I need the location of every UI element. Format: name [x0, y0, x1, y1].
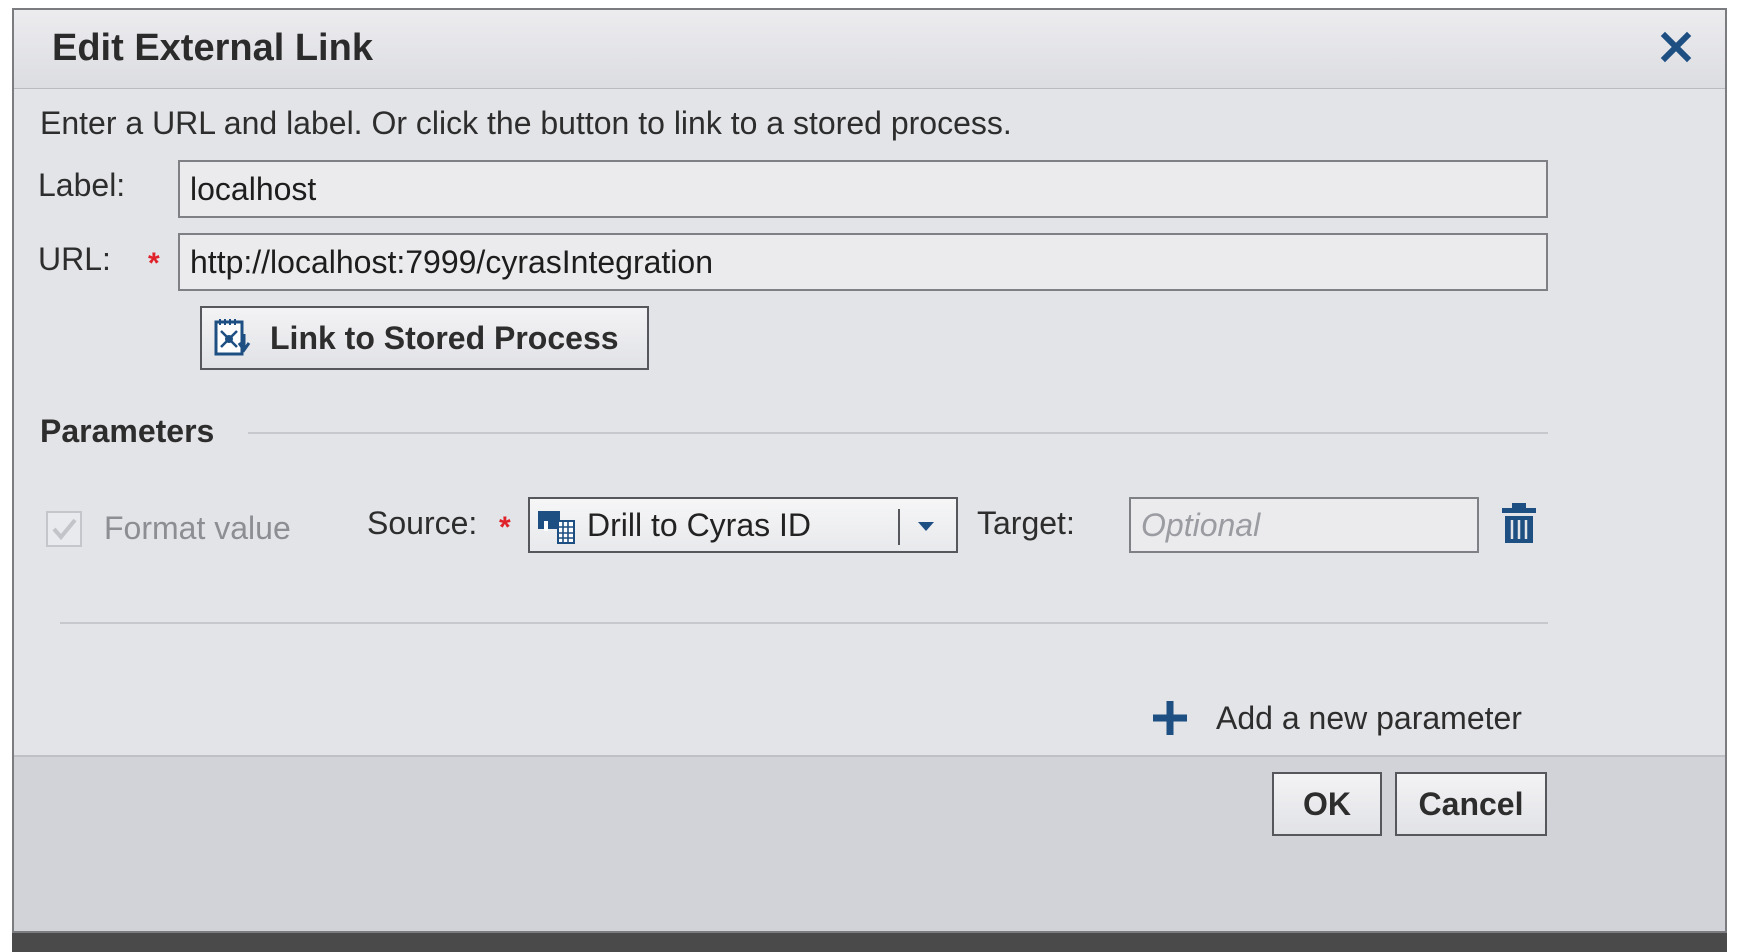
chevron-down-icon — [918, 522, 934, 531]
data-source-icon — [538, 511, 575, 544]
source-selected-value: Drill to Cyras ID — [587, 507, 812, 543]
parameters-divider — [248, 432, 1548, 434]
plus-icon — [1153, 701, 1187, 735]
dialog-titlebar: Edit External Link — [14, 10, 1725, 89]
checkmark-icon — [52, 518, 77, 541]
label-input[interactable] — [178, 160, 1548, 218]
stored-process-icon — [214, 319, 251, 356]
source-required-marker: * — [499, 511, 511, 544]
cancel-button[interactable]: Cancel — [1395, 772, 1547, 836]
trash-icon — [1502, 503, 1536, 543]
label-field-label: Label: — [38, 167, 126, 203]
add-parameter-label: Add a new parameter — [1216, 699, 1522, 736]
url-required-marker: * — [148, 247, 160, 280]
target-label: Target: — [977, 505, 1075, 541]
close-button[interactable] — [1659, 30, 1693, 64]
close-icon — [1660, 31, 1692, 63]
delete-parameter-button[interactable] — [1499, 501, 1539, 545]
url-field-label: URL: — [38, 241, 111, 277]
dialog-instructions: Enter a URL and label. Or click the butt… — [40, 105, 1012, 141]
background-strip — [12, 933, 1727, 952]
add-parameter-link[interactable]: Add a new parameter — [1150, 693, 1522, 743]
dialog-title: Edit External Link — [52, 27, 373, 69]
target-input[interactable] — [1129, 497, 1479, 553]
select-divider — [898, 509, 900, 545]
format-value-label: Format value — [104, 510, 291, 546]
format-value-checkbox[interactable] — [46, 511, 82, 547]
parameters-heading: Parameters — [40, 413, 215, 449]
parameters-bottom-divider — [60, 622, 1548, 624]
source-select[interactable]: Drill to Cyras ID — [528, 497, 958, 553]
ok-button[interactable]: OK — [1272, 772, 1382, 836]
link-to-stored-process-button[interactable]: Link to Stored Process — [200, 306, 649, 370]
edit-external-link-dialog: Edit External Link Enter a URL and label… — [12, 8, 1727, 933]
source-label: Source: — [367, 505, 478, 541]
stored-process-button-label: Link to Stored Process — [270, 319, 619, 356]
url-input[interactable] — [178, 233, 1548, 291]
